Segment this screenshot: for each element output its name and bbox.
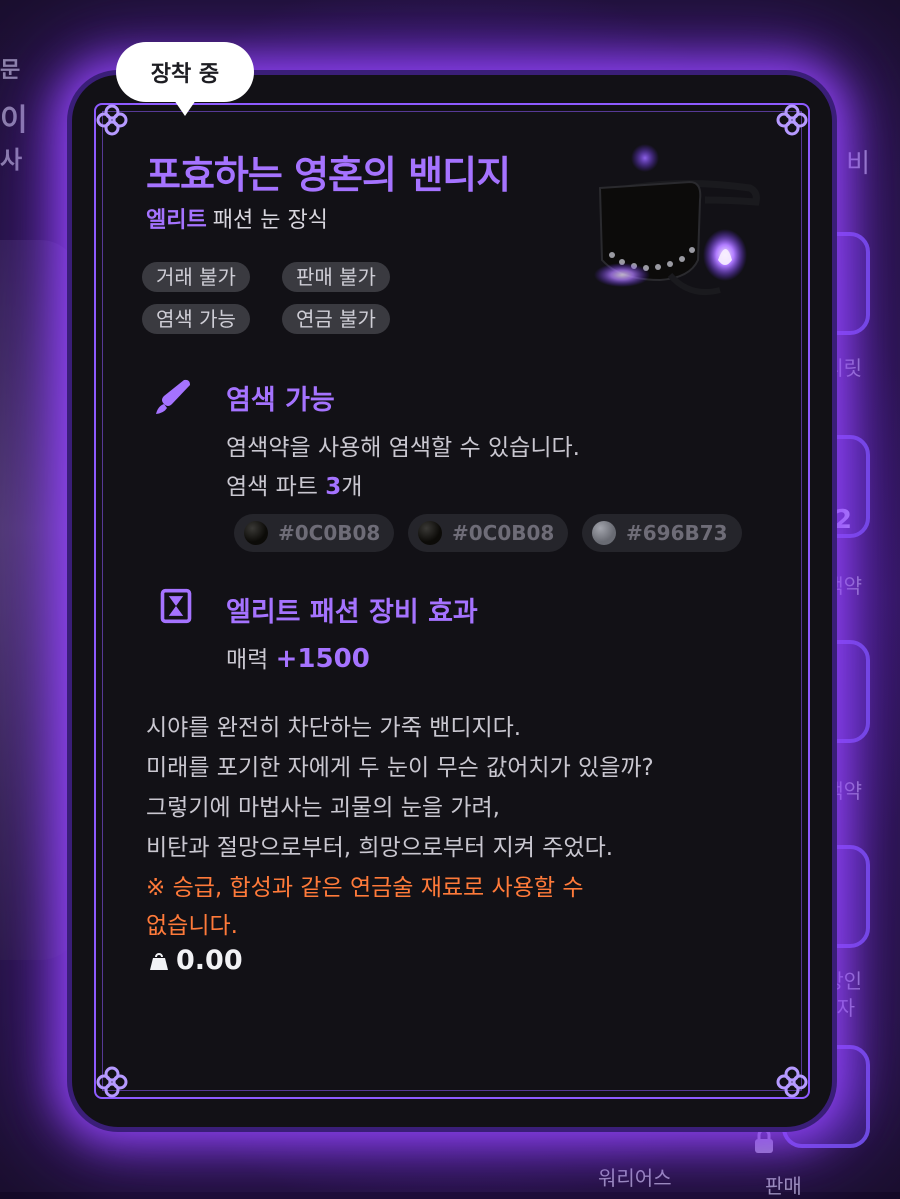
dye-description: 염색약을 사용해 염색할 수 있습니다.: [226, 435, 580, 461]
tag-no-alchemy: 연금 불가: [282, 304, 390, 334]
effect-section-title: 엘리트 패션 장비 효과: [226, 597, 478, 628]
item-grade: 엘리트: [146, 208, 207, 233]
corner-knot-icon: [772, 100, 812, 140]
dye-color-dot: [592, 521, 616, 545]
corner-knot-icon: [92, 100, 132, 140]
tag-no-sell: 판매 불가: [282, 262, 390, 292]
corner-knot-icon: [92, 1062, 132, 1102]
weight-icon: [150, 952, 168, 970]
item-subtitle: 엘리트 패션 눈 장식: [146, 202, 328, 234]
flavor-text-line: 비탄과 절망으로부터, 희망으로부터 지켜 주었다.: [146, 835, 614, 861]
background-character: [0, 240, 80, 960]
bg-bottom-text: 판매: [765, 1174, 802, 1198]
dye-swatch-3[interactable]: #696B73: [582, 514, 742, 552]
corner-knot-icon: [772, 1062, 812, 1102]
dye-parts-label: 염색 파트: [226, 474, 318, 500]
tag-no-trade: 거래 불가: [142, 262, 250, 292]
dye-parts: 염색 파트 3개: [226, 467, 362, 501]
flavor-text-line: 시야를 완전히 차단하는 가죽 밴디지다.: [146, 715, 522, 741]
flavor-text-line: 미래를 포기한 자에게 두 눈이 무슨 값어치가 있을까?: [146, 755, 654, 781]
tag-dyeable: 염색 가능: [142, 304, 250, 334]
dye-parts-count: 3: [325, 474, 342, 500]
dye-section-title: 염색 가능: [226, 385, 335, 416]
dye-parts-unit: 개: [341, 474, 363, 500]
effect-stat-label: 매력: [226, 647, 269, 673]
bg-left-text-2: 이: [0, 103, 28, 138]
dye-brush-icon: [154, 376, 194, 416]
dye-color-code: #696B73: [626, 521, 728, 545]
dye-swatch-1[interactable]: #0C0B08: [234, 514, 395, 552]
bg-left-text-3: 사: [0, 146, 23, 174]
dye-color-code: #0C0B08: [452, 521, 555, 545]
effect-stat: 매력 +1500: [226, 640, 370, 674]
item-weight: 0.00: [148, 945, 243, 976]
bg-right-text: 자: [836, 996, 855, 1020]
effect-hourglass-icon: [158, 588, 198, 628]
item-weight-value: 0.00: [176, 945, 243, 976]
warning-text-line: 없습니다.: [146, 913, 238, 939]
dye-color-code: #0C0B08: [278, 521, 381, 545]
item-image: [580, 140, 780, 310]
warning-text-line: ※ 승급, 합성과 같은 연금술 재료로 사용할 수: [146, 875, 584, 901]
dye-color-dot: [244, 521, 268, 545]
dye-color-dot: [418, 521, 442, 545]
bg-right-text: 비: [846, 149, 870, 179]
bg-left-text-1: 문: [0, 58, 21, 83]
item-category: 패션 눈 장식: [212, 208, 328, 233]
effect-stat-value: +1500: [275, 644, 370, 674]
bg-right-text: 2: [833, 505, 852, 535]
equipped-badge: 장착 중: [116, 42, 254, 116]
bg-bottom-text: 워리어스: [598, 1166, 672, 1190]
flavor-text-line: 그렇기에 마법사는 괴물의 눈을 가려,: [146, 795, 500, 821]
item-name: 포효하는 영혼의 밴디지: [146, 153, 511, 197]
dye-swatch-2[interactable]: #0C0B08: [408, 514, 569, 552]
bg-lock-icon: [752, 1128, 776, 1159]
